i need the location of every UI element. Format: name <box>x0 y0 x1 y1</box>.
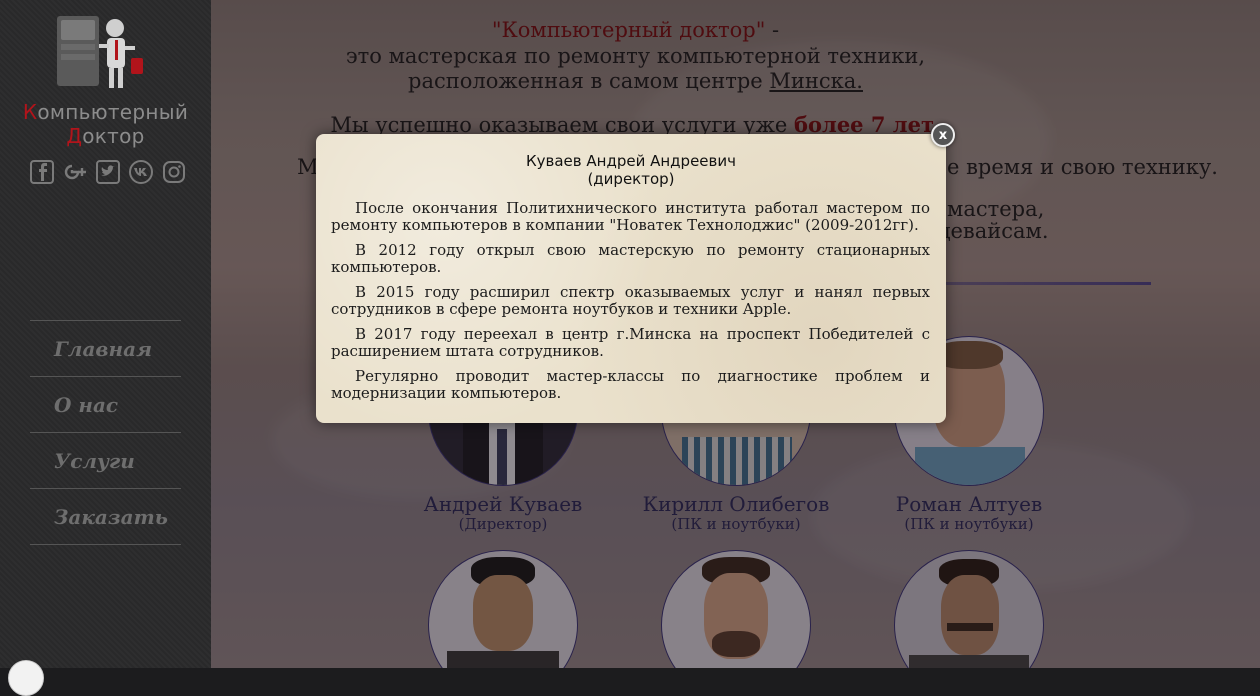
bio-paragraph: В 2015 году расширил спектр оказываемых … <box>331 283 930 318</box>
director-bio-modal: Куваев Андрей Андреевич (директор) После… <box>316 134 946 423</box>
social-links <box>30 160 186 184</box>
vk-icon[interactable] <box>129 160 153 184</box>
nav-item-services[interactable]: Услуги <box>30 433 181 489</box>
brand-letter-d: Д <box>66 124 83 148</box>
instagram-icon[interactable] <box>162 160 186 184</box>
brand-letter-k: К <box>22 100 38 124</box>
nav-item-about[interactable]: О нас <box>30 377 181 433</box>
bio-paragraph: Регулярно проводит мастер-классы по диаг… <box>331 367 930 402</box>
nav-item-home[interactable]: Главная <box>30 321 181 377</box>
facebook-icon[interactable] <box>30 160 54 184</box>
brand-line2: октор <box>82 124 145 148</box>
modal-title-role: (директор) <box>587 170 675 188</box>
brand-line1: омпьютерный <box>37 100 189 124</box>
modal-body: После окончания Политихнического институ… <box>331 200 930 410</box>
modal-title-name: Куваев Андрей Андреевич <box>526 152 736 170</box>
close-button[interactable]: x <box>931 123 955 147</box>
computer-doctor-logo[interactable] <box>55 14 155 94</box>
bio-paragraph: После окончания Политихнического институ… <box>331 199 930 234</box>
sidebar: Компьютерный Доктор Главная О нас Услуги… <box>0 0 212 668</box>
chat-bubble-icon[interactable] <box>8 660 44 696</box>
bio-paragraph: В 2017 году переехал в центр г.Минска на… <box>331 325 930 360</box>
twitter-icon[interactable] <box>96 160 120 184</box>
google-plus-icon[interactable] <box>63 160 87 184</box>
main-nav: Главная О нас Услуги Заказать <box>30 320 181 545</box>
modal-title: Куваев Андрей Андреевич (директор) <box>316 152 946 188</box>
nav-item-order[interactable]: Заказать <box>30 489 181 545</box>
bio-paragraph: В 2012 году открыл свою мастерскую по ре… <box>331 241 930 276</box>
brand-name[interactable]: Компьютерный Доктор <box>0 100 211 148</box>
